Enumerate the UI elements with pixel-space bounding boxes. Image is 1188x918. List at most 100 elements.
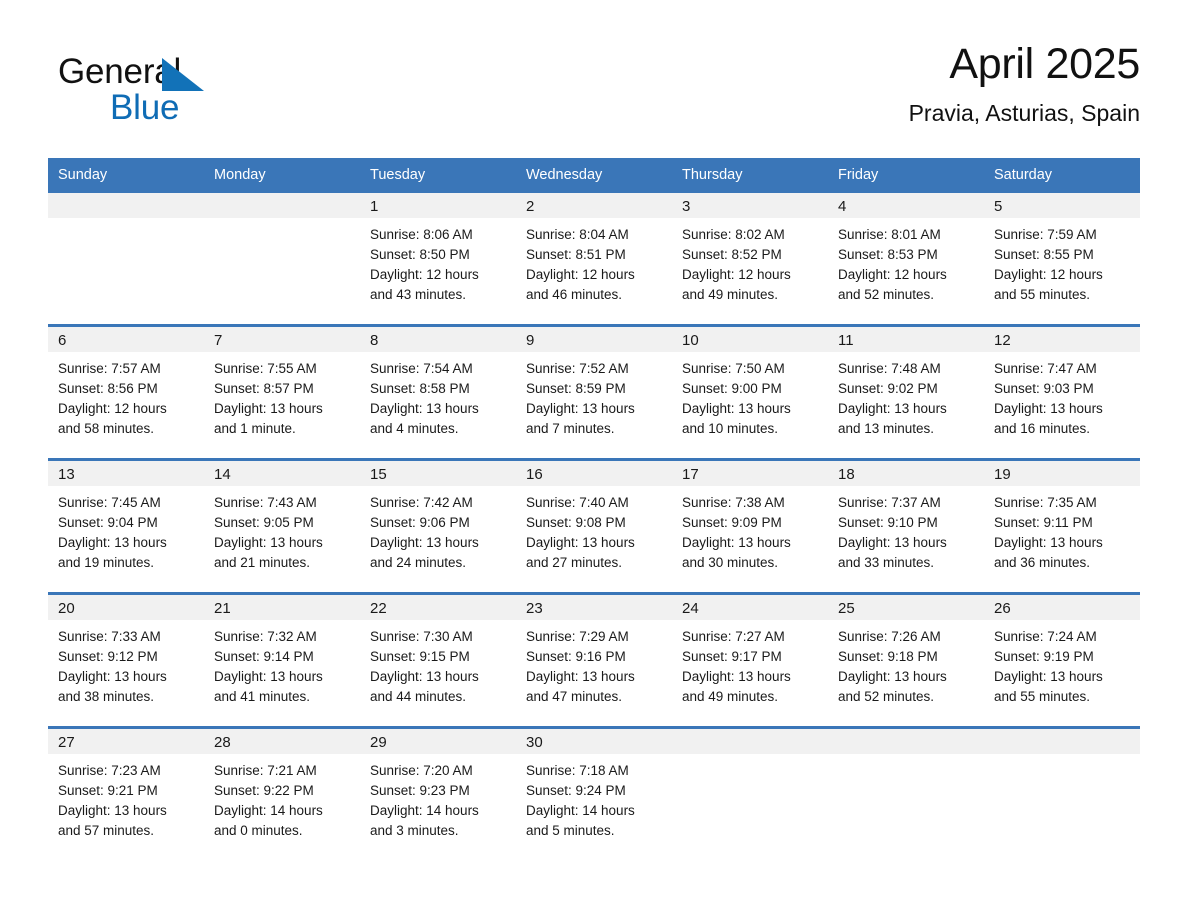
day-sun-details: Sunrise: 7:48 AM Sunset: 9:02 PM Daylight:… — [828, 352, 984, 439]
day-number: 9 — [516, 327, 672, 352]
calendar-day-cell[interactable]: 9 Sunrise: 7:52 AM Sunset: 8:59 PM Daylight… — [516, 324, 672, 460]
day-detail-line: and 55 minutes. — [994, 689, 1091, 704]
day-number: 29 — [360, 729, 516, 754]
day-detail-line: Daylight: 13 hours — [58, 669, 167, 684]
calendar-day-cell[interactable]: 13 Sunrise: 7:45 AM Sunset: 9:04 PM Dayligh… — [48, 458, 204, 594]
day-cell-content: 6 Sunrise: 7:57 AM Sunset: 8:56 PM Daylight… — [48, 327, 204, 458]
calendar-day-cell[interactable]: 21 Sunrise: 7:32 AM Sunset: 9:14 PM Dayligh… — [204, 592, 360, 728]
calendar-day-cell[interactable]: 17 Sunrise: 7:38 AM Sunset: 9:09 PM Dayligh… — [672, 458, 828, 594]
calendar-day-cell[interactable]: 30 Sunrise: 7:18 AM Sunset: 9:24 PM Dayligh… — [516, 726, 672, 860]
calendar-day-cell[interactable]: 12 Sunrise: 7:47 AM Sunset: 9:03 PM Dayligh… — [984, 324, 1140, 460]
day-detail-line: Daylight: 13 hours — [994, 669, 1103, 684]
calendar-day-cell[interactable]: 22 Sunrise: 7:30 AM Sunset: 9:15 PM Dayligh… — [360, 592, 516, 728]
calendar-day-cell[interactable]: 18 Sunrise: 7:37 AM Sunset: 9:10 PM Dayligh… — [828, 458, 984, 594]
calendar-day-cell[interactable]: 25 Sunrise: 7:26 AM Sunset: 9:18 PM Dayligh… — [828, 592, 984, 728]
day-sun-details: Sunrise: 7:47 AM Sunset: 9:03 PM Daylight:… — [984, 352, 1140, 439]
day-number: 5 — [984, 193, 1140, 218]
day-detail-line: and 57 minutes. — [58, 823, 155, 838]
day-detail-line: and 4 minutes. — [370, 421, 459, 436]
day-cell-content: 18 Sunrise: 7:37 AM Sunset: 9:10 PM Dayligh… — [828, 461, 984, 592]
calendar-day-cell[interactable]: 14 Sunrise: 7:43 AM Sunset: 9:05 PM Dayligh… — [204, 458, 360, 594]
calendar-day-cell[interactable]: 26 Sunrise: 7:24 AM Sunset: 9:19 PM Dayligh… — [984, 592, 1140, 728]
calendar-day-cell — [828, 726, 984, 860]
calendar-day-cell[interactable]: 4 Sunrise: 8:01 AM Sunset: 8:53 PM Daylight… — [828, 193, 984, 326]
calendar-day-cell[interactable]: 27 Sunrise: 7:23 AM Sunset: 9:21 PM Dayligh… — [48, 726, 204, 860]
calendar-day-cell — [672, 726, 828, 860]
day-number: 30 — [516, 729, 672, 754]
day-detail-line: Sunset: 8:59 PM — [526, 381, 626, 396]
day-number: 6 — [48, 327, 204, 352]
day-number: 22 — [360, 595, 516, 620]
calendar-day-cell[interactable]: 6 Sunrise: 7:57 AM Sunset: 8:56 PM Daylight… — [48, 324, 204, 460]
calendar-day-cell[interactable]: 15 Sunrise: 7:42 AM Sunset: 9:06 PM Dayligh… — [360, 458, 516, 594]
day-cell-content: 11 Sunrise: 7:48 AM Sunset: 9:02 PM Dayligh… — [828, 327, 984, 458]
day-detail-line: Sunset: 9:14 PM — [214, 649, 314, 664]
day-number: 12 — [984, 327, 1140, 352]
day-detail-line: Daylight: 13 hours — [838, 401, 947, 416]
calendar-day-cell[interactable]: 7 Sunrise: 7:55 AM Sunset: 8:57 PM Daylight… — [204, 324, 360, 460]
day-detail-line: Sunset: 9:03 PM — [994, 381, 1094, 396]
day-detail-line: Sunset: 8:56 PM — [58, 381, 158, 396]
page-header: General Blue April 2025 Pravia, Asturias… — [48, 38, 1140, 148]
calendar-day-cell[interactable]: 16 Sunrise: 7:40 AM Sunset: 9:08 PM Dayligh… — [516, 458, 672, 594]
calendar-day-cell[interactable]: 29 Sunrise: 7:20 AM Sunset: 9:23 PM Dayligh… — [360, 726, 516, 860]
day-number: 17 — [672, 461, 828, 486]
day-number: 15 — [360, 461, 516, 486]
day-detail-line: Sunrise: 7:38 AM — [682, 495, 785, 510]
day-cell-content: 27 Sunrise: 7:23 AM Sunset: 9:21 PM Dayligh… — [48, 729, 204, 860]
calendar-day-cell[interactable]: 19 Sunrise: 7:35 AM Sunset: 9:11 PM Dayligh… — [984, 458, 1140, 594]
logo-triangle-icon — [162, 58, 204, 91]
calendar-day-cell[interactable]: 28 Sunrise: 7:21 AM Sunset: 9:22 PM Dayligh… — [204, 726, 360, 860]
day-detail-line: Sunrise: 7:23 AM — [58, 763, 161, 778]
day-detail-line: Sunset: 9:16 PM — [526, 649, 626, 664]
day-sun-details: Sunrise: 7:42 AM Sunset: 9:06 PM Daylight:… — [360, 486, 516, 573]
calendar-day-cell[interactable]: 3 Sunrise: 8:02 AM Sunset: 8:52 PM Daylight… — [672, 193, 828, 326]
weekday-header-row: Sunday Monday Tuesday Wednesday Thursday… — [48, 158, 1140, 193]
day-number: 14 — [204, 461, 360, 486]
day-sun-details: Sunrise: 7:32 AM Sunset: 9:14 PM Daylight:… — [204, 620, 360, 707]
day-detail-line: Sunset: 9:10 PM — [838, 515, 938, 530]
day-cell-content: 29 Sunrise: 7:20 AM Sunset: 9:23 PM Dayligh… — [360, 729, 516, 860]
calendar-day-cell[interactable]: 2 Sunrise: 8:04 AM Sunset: 8:51 PM Daylight… — [516, 193, 672, 326]
day-detail-line: Sunrise: 8:06 AM — [370, 227, 473, 242]
calendar-day-cell[interactable]: 8 Sunrise: 7:54 AM Sunset: 8:58 PM Daylight… — [360, 324, 516, 460]
calendar-day-cell[interactable]: 24 Sunrise: 7:27 AM Sunset: 9:17 PM Dayligh… — [672, 592, 828, 728]
day-sun-details: Sunrise: 7:23 AM Sunset: 9:21 PM Daylight:… — [48, 754, 204, 841]
day-sun-details: Sunrise: 7:55 AM Sunset: 8:57 PM Daylight:… — [204, 352, 360, 439]
calendar-day-cell[interactable]: 1 Sunrise: 8:06 AM Sunset: 8:50 PM Daylight… — [360, 193, 516, 326]
day-sun-details — [204, 218, 360, 225]
weekday-header-monday: Monday — [204, 158, 360, 193]
calendar-day-cell[interactable]: 11 Sunrise: 7:48 AM Sunset: 9:02 PM Dayligh… — [828, 324, 984, 460]
day-number: 26 — [984, 595, 1140, 620]
day-cell-content: 16 Sunrise: 7:40 AM Sunset: 9:08 PM Dayligh… — [516, 461, 672, 592]
day-detail-line: Sunset: 9:17 PM — [682, 649, 782, 664]
day-sun-details: Sunrise: 7:26 AM Sunset: 9:18 PM Daylight:… — [828, 620, 984, 707]
calendar-day-cell[interactable]: 23 Sunrise: 7:29 AM Sunset: 9:16 PM Dayligh… — [516, 592, 672, 728]
day-number: 19 — [984, 461, 1140, 486]
day-sun-details: Sunrise: 8:06 AM Sunset: 8:50 PM Daylight:… — [360, 218, 516, 305]
calendar-day-cell[interactable]: 5 Sunrise: 7:59 AM Sunset: 8:55 PM Daylight… — [984, 193, 1140, 326]
day-detail-line: Daylight: 12 hours — [370, 267, 479, 282]
day-number — [984, 729, 1140, 754]
day-detail-line: and 0 minutes. — [214, 823, 303, 838]
day-detail-line: Daylight: 13 hours — [58, 535, 167, 550]
title-block: April 2025 Pravia, Asturias, Spain — [909, 38, 1141, 130]
calendar-day-cell[interactable]: 20 Sunrise: 7:33 AM Sunset: 9:12 PM Dayligh… — [48, 592, 204, 728]
day-detail-line: Sunrise: 8:01 AM — [838, 227, 941, 242]
day-cell-content: 30 Sunrise: 7:18 AM Sunset: 9:24 PM Dayligh… — [516, 729, 672, 860]
day-sun-details: Sunrise: 7:45 AM Sunset: 9:04 PM Daylight:… — [48, 486, 204, 573]
day-detail-line: and 52 minutes. — [838, 287, 935, 302]
day-sun-details: Sunrise: 7:33 AM Sunset: 9:12 PM Daylight:… — [48, 620, 204, 707]
calendar-day-cell[interactable]: 10 Sunrise: 7:50 AM Sunset: 9:00 PM Dayligh… — [672, 324, 828, 460]
day-detail-line: Sunset: 8:55 PM — [994, 247, 1094, 262]
day-sun-details: Sunrise: 7:52 AM Sunset: 8:59 PM Daylight:… — [516, 352, 672, 439]
day-detail-line: Sunset: 8:51 PM — [526, 247, 626, 262]
day-cell-content: 20 Sunrise: 7:33 AM Sunset: 9:12 PM Dayligh… — [48, 595, 204, 726]
day-detail-line: Daylight: 13 hours — [214, 669, 323, 684]
day-detail-line: and 49 minutes. — [682, 287, 779, 302]
day-detail-line: Sunrise: 7:42 AM — [370, 495, 473, 510]
day-detail-line: and 30 minutes. — [682, 555, 779, 570]
day-sun-details: Sunrise: 7:50 AM Sunset: 9:00 PM Daylight:… — [672, 352, 828, 439]
day-sun-details: Sunrise: 7:21 AM Sunset: 9:22 PM Daylight:… — [204, 754, 360, 841]
day-number: 23 — [516, 595, 672, 620]
